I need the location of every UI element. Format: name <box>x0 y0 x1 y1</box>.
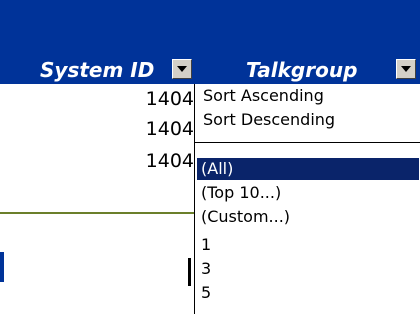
filter-option-value[interactable]: 1 <box>197 234 419 256</box>
talkgroup-filter-button[interactable] <box>396 59 416 79</box>
row-divider <box>0 212 194 214</box>
filter-option-custom[interactable]: (Custom...) <box>197 206 419 228</box>
autofilter-dropdown[interactable]: Sort Ascending Sort Descending (All) (To… <box>194 84 420 314</box>
chevron-down-icon <box>177 66 187 72</box>
filter-option-top10[interactable]: (Top 10...) <box>197 182 419 204</box>
sort-descending-item[interactable]: Sort Descending <box>203 110 335 129</box>
toolbar-band <box>0 0 420 56</box>
column-header-talkgroup: Talkgroup <box>246 58 358 82</box>
sort-ascending-item[interactable]: Sort Ascending <box>203 86 324 105</box>
system-id-cell[interactable]: 1404 <box>94 88 194 110</box>
column-header-system-id: System ID <box>40 58 155 82</box>
chevron-down-icon <box>401 66 411 72</box>
system-id-filter-button[interactable] <box>172 59 192 79</box>
system-id-cell[interactable]: 1404 <box>94 150 194 172</box>
cell-border-fragment <box>188 258 191 286</box>
filter-option-value[interactable]: 5 <box>197 282 419 304</box>
filter-option-value[interactable]: 3 <box>197 258 419 280</box>
menu-separator <box>195 142 420 143</box>
column-header-row: System ID Talkgroup <box>0 56 420 84</box>
cell-fragment <box>0 252 4 282</box>
filter-option-all[interactable]: (All) <box>197 158 419 180</box>
system-id-cell[interactable]: 1404 <box>94 118 194 140</box>
